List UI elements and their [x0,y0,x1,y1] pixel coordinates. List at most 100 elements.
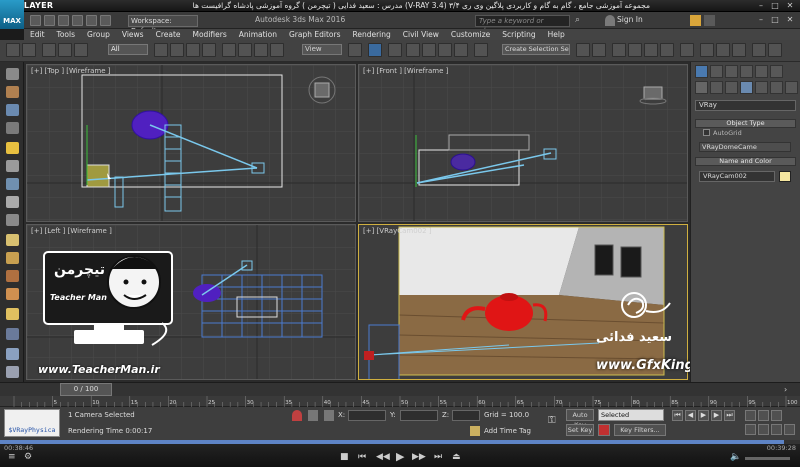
teapot-icon[interactable] [6,288,19,300]
fov-icon[interactable] [745,424,756,435]
grid-object-icon[interactable] [6,122,19,134]
front-viewport[interactable]: [+] [Front ] [Wireframe ] [358,64,688,222]
y-field[interactable] [400,410,438,421]
timeline-next-icon[interactable]: › [784,385,787,394]
help-icon[interactable] [704,15,715,26]
track-bar[interactable]: 5 10 15 20 25 30 35 40 45 50 55 60 65 70 75 80 85 90 95 100 [0,396,800,407]
x-field[interactable] [348,410,386,421]
next-frame-icon[interactable]: ▶ [711,410,722,421]
menu-scripting[interactable]: Scripting [496,29,541,40]
key-icon[interactable]: ⚿ [548,415,556,426]
vray-frame-buffer-icon[interactable] [752,43,766,57]
menu-edit[interactable]: Edit [24,29,51,40]
workspace-dropdown[interactable]: Workspace: Default [128,15,198,35]
volume-icon[interactable]: 🔈 [730,452,741,462]
volume-slider[interactable] [745,457,790,460]
z-field[interactable] [452,410,480,421]
modify-tab-icon[interactable] [710,65,723,78]
helpers-category-icon[interactable] [755,81,768,94]
menu-rendering[interactable]: Rendering [346,29,396,40]
menu-help[interactable]: Help [542,29,571,40]
reference-coord-dropdown[interactable]: View [302,44,342,55]
settings-icon[interactable]: ⚙ [24,452,32,462]
exchange-icon[interactable] [690,15,701,26]
window-crossing-icon[interactable] [202,43,216,57]
render-setup-icon[interactable] [700,43,714,57]
utilities-tab-icon[interactable] [770,65,783,78]
play-animation-icon[interactable]: ▶ [698,410,709,421]
system-icon[interactable] [6,214,19,226]
max-app-button[interactable]: MAX [0,0,24,29]
motion-tab-icon[interactable] [740,65,753,78]
max-minimize-icon[interactable]: – [755,15,767,24]
pan-icon[interactable] [758,424,769,435]
menu-create[interactable]: Create [150,29,187,40]
object-color-swatch[interactable] [779,171,791,182]
render-production-icon[interactable] [732,43,746,57]
systems-category-icon[interactable] [785,81,798,94]
redo-icon[interactable] [86,15,97,26]
camera-viewport-label[interactable]: [+] [VRayCam002 ] [363,227,432,235]
select-manipulate-icon[interactable] [368,43,382,57]
save-file-icon[interactable] [58,15,69,26]
next-icon[interactable]: ⏭ [434,452,442,462]
add-time-tag-button[interactable]: Add Time Tag [484,427,531,435]
shapes-category-icon[interactable] [710,81,723,94]
place-icon[interactable] [270,43,284,57]
redo-toolbar-icon[interactable] [22,43,36,57]
box-icon[interactable] [6,86,19,98]
link-icon[interactable] [42,43,56,57]
mirror-icon[interactable] [576,43,590,57]
named-selection-set-dropdown[interactable]: Create Selection Se [502,44,570,55]
eject-icon[interactable]: ⏏ [452,452,461,462]
rect-selection-icon[interactable] [186,43,200,57]
lock-selection-icon[interactable] [308,410,318,421]
menu-customize[interactable]: Customize [445,29,496,40]
torus-icon[interactable] [6,252,19,264]
max-restore-icon[interactable]: □ [769,15,781,24]
maximize-icon[interactable]: □ [769,1,781,10]
prev-frame-icon[interactable]: ◀ [685,410,696,421]
selection-filter-dropdown[interactable]: All [108,44,148,55]
menu-group[interactable]: Group [81,29,116,40]
compound-icon[interactable] [6,366,19,378]
project-folder-icon[interactable] [100,15,111,26]
key-filters-button[interactable]: Key Filters... [614,424,666,436]
menu-views[interactable]: Views [116,29,150,40]
scene-explorer-icon[interactable] [612,43,626,57]
binoculars-icon[interactable]: ⌕ [575,15,586,26]
set-key-toggle-icon[interactable] [598,424,610,436]
max-close-icon[interactable]: ✕ [784,15,796,24]
rendered-frame-window-icon[interactable] [716,43,730,57]
hierarchy-tab-icon[interactable] [725,65,738,78]
pivot-center-icon[interactable] [348,43,362,57]
front-viewport-label[interactable]: [+] [Front ] [Wireframe ] [363,67,448,75]
prev-icon[interactable]: ⏮ [358,452,366,462]
helper-icon[interactable] [6,178,19,190]
rotate-icon[interactable] [238,43,252,57]
curve-editor-icon[interactable] [644,43,658,57]
menu-modifiers[interactable]: Modifiers [187,29,233,40]
stop-icon[interactable]: ■ [340,452,349,462]
goto-start-icon[interactable]: ⏮ [672,410,683,421]
menu-graph-editors[interactable]: Graph Editors [283,29,347,40]
playlist-icon[interactable]: ≡ [8,452,16,462]
vray-toolbar-icon[interactable] [768,43,782,57]
cylinder-icon[interactable] [6,104,19,116]
menu-tools[interactable]: Tools [51,29,81,40]
spinner-snap-icon[interactable] [454,43,468,57]
zoom-icon[interactable] [745,410,756,421]
particle-icon[interactable] [6,328,19,340]
layer-explorer-icon[interactable] [628,43,642,57]
close-icon[interactable]: ✕ [784,1,796,10]
top-viewport[interactable]: [+] [Top ] [Wireframe ] [26,64,356,222]
maximize-viewport-icon[interactable] [784,424,795,435]
display-tab-icon[interactable] [755,65,768,78]
menu-animation[interactable]: Animation [233,29,283,40]
autogrid-checkbox[interactable] [703,129,710,136]
vray-dome-camera-button[interactable]: VRayDomeCame [699,142,791,152]
spacewarps-category-icon[interactable] [770,81,783,94]
camera-icon[interactable] [6,160,19,172]
material-editor-icon[interactable] [680,43,694,57]
search-input[interactable]: Type a keyword or phrase [475,15,570,35]
